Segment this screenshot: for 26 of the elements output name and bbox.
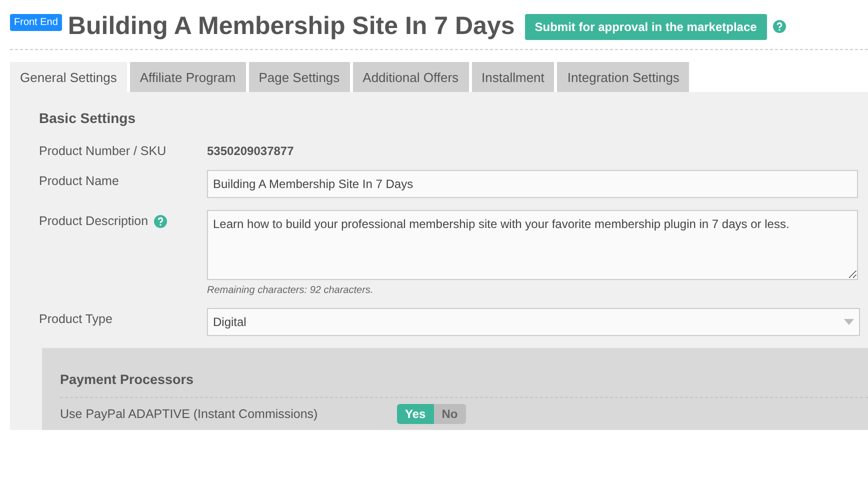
toggle-option[interactable]: No <box>434 404 466 424</box>
page-title: Building A Membership Site In 7 Days <box>68 12 515 41</box>
front-end-badge: Front End <box>10 14 62 31</box>
tab[interactable]: Installment <box>472 62 554 92</box>
remaining-characters-note: Remaining characters: 92 characters. <box>207 285 374 296</box>
tab[interactable]: Integration Settings <box>557 62 690 92</box>
field-label: Product Number / SKU <box>39 144 166 158</box>
help-icon[interactable] <box>154 214 168 228</box>
field-label: Product Name <box>39 174 119 188</box>
toggle-option[interactable]: Yes <box>397 404 434 424</box>
section-heading: Payment Processors <box>60 372 868 398</box>
tab[interactable]: General Settings <box>10 62 127 92</box>
caret-icon <box>844 319 854 325</box>
submit-button[interactable]: Submit for approval in the marketplace <box>524 14 767 40</box>
product-type-select[interactable]: Digital <box>207 308 860 336</box>
product-name-input[interactable]: Building A Membership Site In 7 Days <box>207 170 858 198</box>
tab[interactable]: Additional Offers <box>352 62 469 92</box>
description-textarea[interactable]: Learn how to build your professional membership site with your favorite membership plugin in 7 days or less. <box>207 210 858 280</box>
tab[interactable]: Affiliate Program <box>130 62 246 92</box>
section-heading: Basic Settings <box>39 110 136 126</box>
field-label: Product Type <box>39 312 112 326</box>
tab[interactable]: Page Settings <box>248 62 350 92</box>
setting-label: Use PayPal ADAPTIVE (Instant Commissions) <box>60 407 319 421</box>
sku-value: 5350209037877 <box>207 143 295 158</box>
field-label: Product Description <box>39 214 148 228</box>
help-icon[interactable] <box>772 20 786 33</box>
